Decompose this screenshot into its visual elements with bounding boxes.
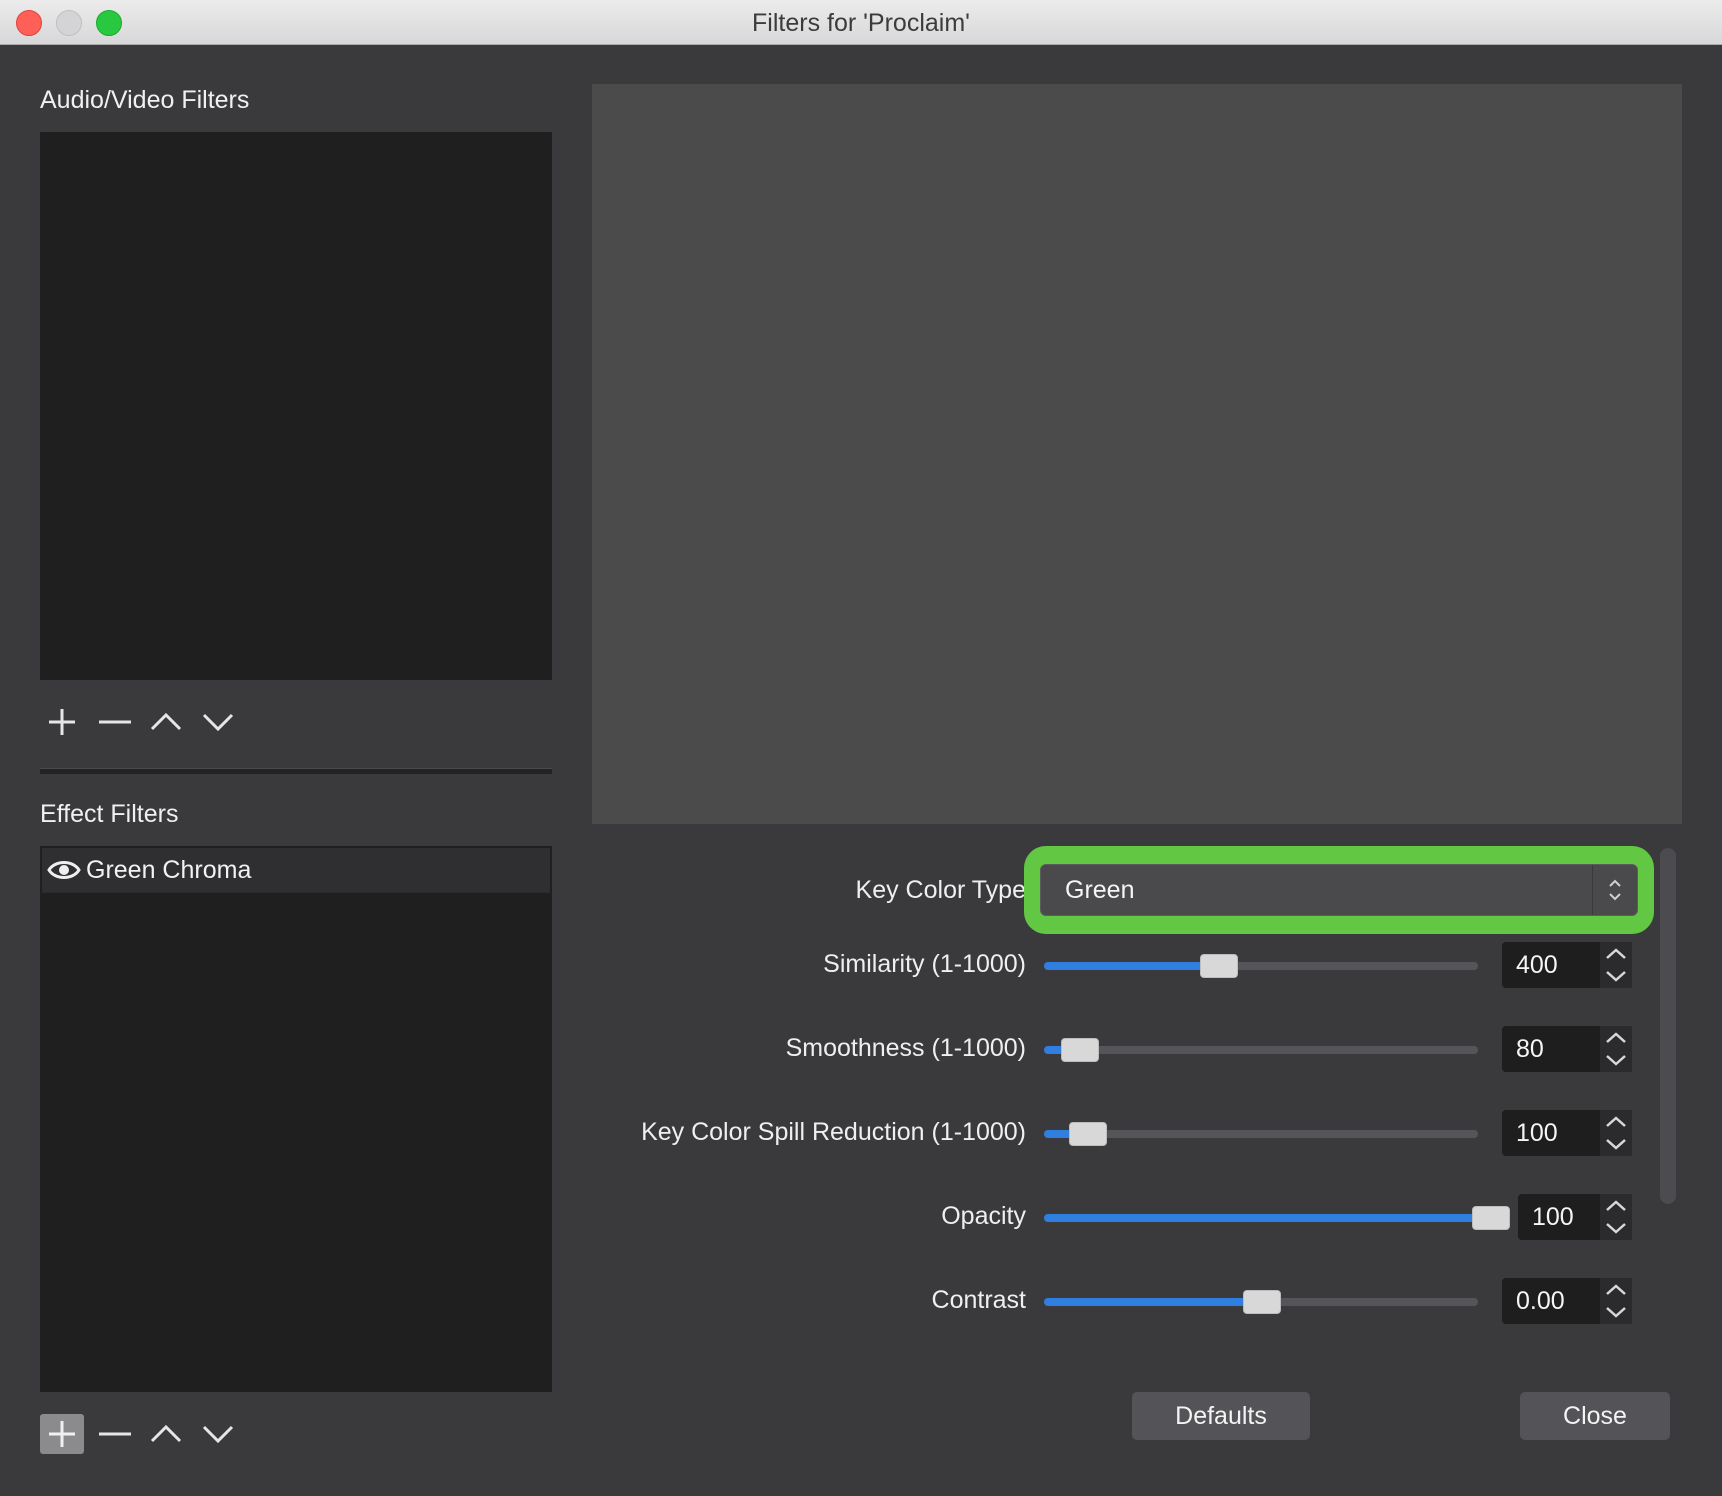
- panel-splitter[interactable]: [40, 768, 552, 774]
- stepper-arrows-icon[interactable]: [1600, 1026, 1632, 1072]
- spill-reduction-label: Key Color Spill Reduction (1-1000): [641, 1118, 1026, 1146]
- window-title: Filters for 'Proclaim': [752, 9, 970, 37]
- add-filter-button[interactable]: [40, 702, 84, 742]
- similarity-slider-fill: [1044, 962, 1218, 970]
- opacity-label: Opacity: [941, 1202, 1026, 1230]
- audio-video-filters-title: Audio/Video Filters: [40, 86, 250, 114]
- opacity-slider[interactable]: [1044, 1206, 1510, 1230]
- spill-reduction-value: 100: [1516, 1119, 1558, 1147]
- move-effect-down-button[interactable]: [196, 1414, 240, 1454]
- spill-reduction-slider-thumb[interactable]: [1069, 1122, 1108, 1146]
- chevron-down-icon: [202, 713, 234, 732]
- minus-icon: [99, 1432, 131, 1436]
- contrast-label: Contrast: [931, 1286, 1026, 1314]
- smoothness-value: 80: [1516, 1035, 1544, 1063]
- chevron-up-icon: [150, 712, 182, 731]
- plus-icon: [49, 1421, 75, 1447]
- similarity-value: 400: [1516, 951, 1558, 979]
- contrast-slider-thumb[interactable]: [1243, 1290, 1281, 1314]
- similarity-label: Similarity (1-1000): [823, 950, 1026, 978]
- preview-area: [592, 84, 1682, 824]
- stepper-arrows-icon[interactable]: [1600, 1194, 1632, 1240]
- contrast-slider[interactable]: [1044, 1290, 1478, 1314]
- effect-toolbar: [40, 1414, 280, 1454]
- key-color-type-value: Green: [1065, 876, 1135, 904]
- effect-filters-list[interactable]: [40, 846, 552, 1392]
- smoothness-slider-thumb[interactable]: [1060, 1038, 1099, 1062]
- filter-name: Green Chroma: [86, 856, 252, 884]
- smoothness-slider[interactable]: [1044, 1038, 1478, 1062]
- contrast-slider-fill: [1044, 1298, 1261, 1306]
- key-color-type-label: Key Color Type: [855, 876, 1026, 904]
- smoothness-label: Smoothness (1-1000): [785, 1034, 1026, 1062]
- key-color-type-select[interactable]: Green: [1040, 864, 1638, 916]
- remove-filter-button[interactable]: [92, 702, 136, 742]
- move-down-button[interactable]: [196, 702, 240, 742]
- smoothness-spinbox[interactable]: 80: [1502, 1026, 1632, 1072]
- opacity-slider-fill: [1044, 1214, 1490, 1222]
- similarity-spinbox[interactable]: 400: [1502, 942, 1632, 988]
- close-button[interactable]: Close: [1520, 1392, 1670, 1440]
- remove-effect-button[interactable]: [92, 1414, 136, 1454]
- stepper-arrows-icon[interactable]: [1600, 1110, 1632, 1156]
- stepper-arrows-icon[interactable]: [1600, 942, 1632, 988]
- plus-icon: [49, 709, 75, 735]
- minus-icon: [99, 720, 131, 724]
- opacity-spinbox[interactable]: 100: [1518, 1194, 1632, 1240]
- eye-icon[interactable]: [47, 854, 81, 886]
- effect-filters-title: Effect Filters: [40, 800, 179, 828]
- similarity-slider[interactable]: [1044, 954, 1478, 978]
- spill-reduction-spinbox[interactable]: 100: [1502, 1110, 1632, 1156]
- spill-reduction-slider[interactable]: [1044, 1122, 1478, 1146]
- move-effect-up-button[interactable]: [144, 1414, 188, 1454]
- opacity-slider-thumb[interactable]: [1472, 1206, 1510, 1230]
- properties-scrollbar[interactable]: [1660, 848, 1676, 1204]
- defaults-button[interactable]: Defaults: [1132, 1392, 1310, 1440]
- updown-chevron-icon: [1592, 865, 1637, 915]
- contrast-spinbox[interactable]: 0.00: [1502, 1278, 1632, 1324]
- list-item[interactable]: Green Chroma: [42, 848, 550, 893]
- add-effect-button[interactable]: [40, 1414, 84, 1454]
- similarity-slider-thumb[interactable]: [1199, 954, 1238, 978]
- audio-video-filters-list[interactable]: [40, 132, 552, 680]
- move-up-button[interactable]: [144, 702, 188, 742]
- chevron-down-icon: [202, 1425, 234, 1444]
- title-bar: Filters for 'Proclaim': [0, 0, 1722, 45]
- opacity-value: 100: [1532, 1203, 1574, 1231]
- stepper-arrows-icon[interactable]: [1600, 1278, 1632, 1324]
- audio-video-toolbar: [40, 702, 280, 742]
- contrast-value: 0.00: [1516, 1287, 1565, 1315]
- chevron-up-icon: [150, 1424, 182, 1443]
